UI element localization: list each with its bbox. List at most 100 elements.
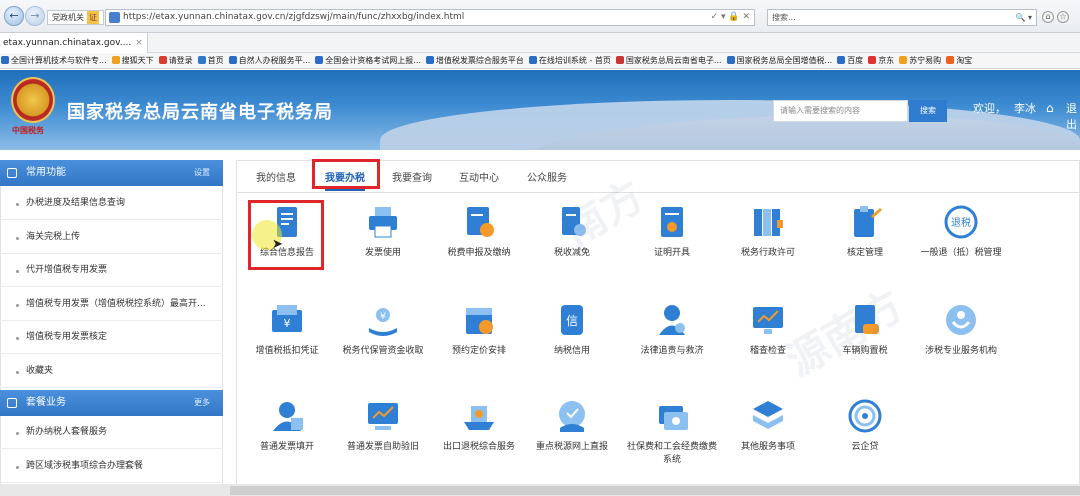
address-bar[interactable]: https://etax.yunnan.chinatax.gov.cn/zjgf… — [105, 9, 755, 26]
site-home-icon[interactable]: ⌂ — [1046, 101, 1054, 115]
service-tile[interactable]: 核定管理 — [820, 204, 910, 284]
favorite-link[interactable]: 京东 — [868, 53, 894, 68]
service-tile[interactable]: 出口退税综合服务 — [434, 398, 524, 478]
favorite-site-icon — [197, 56, 206, 64]
tab-close-icon[interactable]: × — [135, 38, 143, 48]
favorite-link[interactable]: 自然人办税服务平... — [228, 53, 310, 68]
sidebar-item[interactable]: 代开增值税专用发票 — [0, 254, 223, 287]
service-tile-label: 税务行政许可 — [740, 248, 795, 258]
welcome-text: 欢迎， — [973, 102, 1006, 115]
sidebar-item[interactable]: 新办纳税人套餐服务 — [0, 416, 223, 449]
favorite-link[interactable]: 增值税发票综合服务平台 — [425, 53, 524, 68]
favorite-link[interactable]: 苏宁易购 — [899, 53, 941, 68]
other-services-icon — [750, 398, 786, 434]
favorite-site-icon — [158, 56, 167, 64]
favorite-site-icon — [899, 56, 908, 64]
tax-emblem-icon — [11, 77, 55, 123]
favorite-link[interactable]: 首页 — [197, 53, 224, 68]
service-tile[interactable]: 税费申报及缴纳 — [434, 204, 524, 284]
home-icon[interactable]: ⌂ — [1042, 11, 1054, 23]
invoice-check-icon — [365, 398, 401, 434]
service-tile[interactable]: 重点税源网上直报 — [527, 398, 617, 478]
common-functions-header: 常用功能 设置 — [0, 160, 223, 186]
service-tile-label: 云企贷 — [851, 442, 879, 452]
favorite-site-icon — [837, 56, 846, 64]
sidebar-item[interactable]: 增值税专用发票核定 — [0, 321, 223, 354]
favorite-link[interactable]: 搜狐天下 — [111, 53, 154, 68]
logout-link[interactable]: 退出 — [1066, 100, 1080, 132]
certificate-icon — [654, 204, 690, 240]
service-tile[interactable]: 预约定价安排 — [434, 302, 524, 382]
more-link[interactable]: 更多 — [194, 390, 210, 416]
sidebar-item[interactable]: 海关完税上传 — [0, 221, 223, 254]
favorite-site-icon — [425, 56, 434, 64]
law-icon — [654, 302, 690, 338]
browser-tabs: etax.yunnan.chinatax.gov.... × — [0, 33, 1080, 53]
favorite-link[interactable]: 国家税务总局云南省电子... — [615, 53, 722, 68]
site-icon — [109, 12, 120, 23]
sidebar-item[interactable]: 跨区域涉税事项综合办理套餐 — [0, 450, 223, 483]
forward-icon[interactable]: → — [25, 6, 45, 26]
service-tile[interactable]: 法律追责与救济 — [627, 302, 717, 382]
favorite-site-icon — [868, 56, 877, 64]
svg-text:信: 信 — [566, 314, 578, 328]
favorite-site-icon — [946, 56, 955, 64]
favorite-link[interactable]: 请登录 — [158, 53, 193, 68]
service-tile[interactable]: 税务行政许可 — [723, 204, 813, 284]
service-tile[interactable]: 社保费和工会经费缴费系统 — [627, 398, 717, 478]
service-tile-label: 税收减免 — [553, 248, 590, 258]
browser-tab[interactable]: etax.yunnan.chinatax.gov.... × — [0, 33, 148, 53]
sidebar-item[interactable]: 收藏夹 — [0, 355, 223, 388]
favorite-site-icon — [228, 56, 237, 64]
service-tile-label: 普通发票填开 — [259, 442, 314, 452]
service-tile[interactable]: 其他服务事项 — [723, 398, 813, 478]
favorite-link[interactable]: 百度 — [837, 53, 863, 68]
browser-search-input[interactable]: 🔍 ▾ 搜索... — [767, 9, 1037, 26]
tab-3[interactable]: 我要查询 — [392, 169, 432, 184]
service-tile-label: 发票使用 — [364, 248, 401, 258]
service-tile[interactable]: 普通发票填开 — [242, 398, 332, 478]
emblem-caption: 中国税务 — [12, 126, 44, 135]
favorites-star-icon[interactable]: ☆ — [1057, 11, 1069, 23]
service-tile-label: 出口退税综合服务 — [442, 442, 515, 452]
favorite-link[interactable]: 全国会计资格考试网上报... — [315, 53, 421, 68]
favorite-link[interactable]: 在线培训系统 - 首页 — [528, 53, 611, 68]
favorite-link[interactable]: 全国计算机技术与软件专... — [1, 53, 107, 68]
favorite-site-icon — [528, 56, 537, 64]
service-tile-label: 预约定价安排 — [451, 346, 506, 356]
service-tile[interactable]: 信纳税信用 — [527, 302, 617, 382]
service-tile-label: 税费申报及缴纳 — [447, 248, 511, 258]
tab-4[interactable]: 互动中心 — [459, 169, 499, 184]
custody-icon: ¥ — [365, 302, 401, 338]
favorite-link[interactable]: 国家税务总局全国增值税... — [726, 53, 832, 68]
user-name[interactable]: 李冰 — [1014, 100, 1036, 116]
settings-link[interactable]: 设置 — [194, 160, 210, 186]
clipboard-icon — [847, 204, 883, 240]
binders-icon — [750, 204, 786, 240]
tab-1[interactable]: 我的信息 — [256, 169, 296, 184]
service-tile[interactable]: 云企贷 — [820, 398, 910, 478]
export-refund-icon — [461, 398, 497, 434]
deduction-icon: ¥ — [269, 302, 305, 338]
address-bar-controls[interactable]: ✓ ▾ 🔒 ✕ — [711, 10, 750, 25]
back-icon[interactable]: ← — [4, 6, 24, 26]
favorites-bar: 全国计算机技术与软件专... 搜狐天下 请登录 首页 自然人办税服务平... 全国会计资格… — [0, 53, 1080, 69]
service-tile[interactable]: 涉税专业服务机构 — [916, 302, 1006, 382]
service-tile[interactable]: ¥ 税务代保管资金收取 — [338, 302, 428, 382]
service-tile[interactable]: 普通发票自助验旧 — [338, 398, 428, 478]
sidebar-item[interactable]: 增值税专用发票（增值税税控系统）最高开... — [0, 288, 223, 321]
service-tile[interactable]: 退税 一般退（抵）税管理 — [916, 204, 1006, 284]
tab-5[interactable]: 公众服务 — [527, 169, 567, 184]
scrollbar-thumb[interactable] — [230, 486, 1080, 495]
site-search-button[interactable]: 搜索 — [909, 100, 947, 122]
browser-mode-switch[interactable]: 党政机关证 — [47, 10, 104, 25]
site-search-input[interactable]: 请输入需要搜索的内容 — [773, 100, 908, 122]
favorite-site-icon — [726, 56, 735, 64]
service-tile[interactable]: ¥ 增值税抵扣凭证 — [242, 302, 332, 382]
printer-icon — [365, 204, 401, 240]
service-tile-label: 其他服务事项 — [740, 442, 795, 452]
sidebar-item[interactable]: 办税进度及结果信息查询 — [0, 187, 223, 220]
svg-text:¥: ¥ — [380, 312, 386, 322]
favorite-link[interactable]: 淘宝 — [946, 53, 972, 68]
service-tile[interactable]: 发票使用 — [338, 204, 428, 284]
